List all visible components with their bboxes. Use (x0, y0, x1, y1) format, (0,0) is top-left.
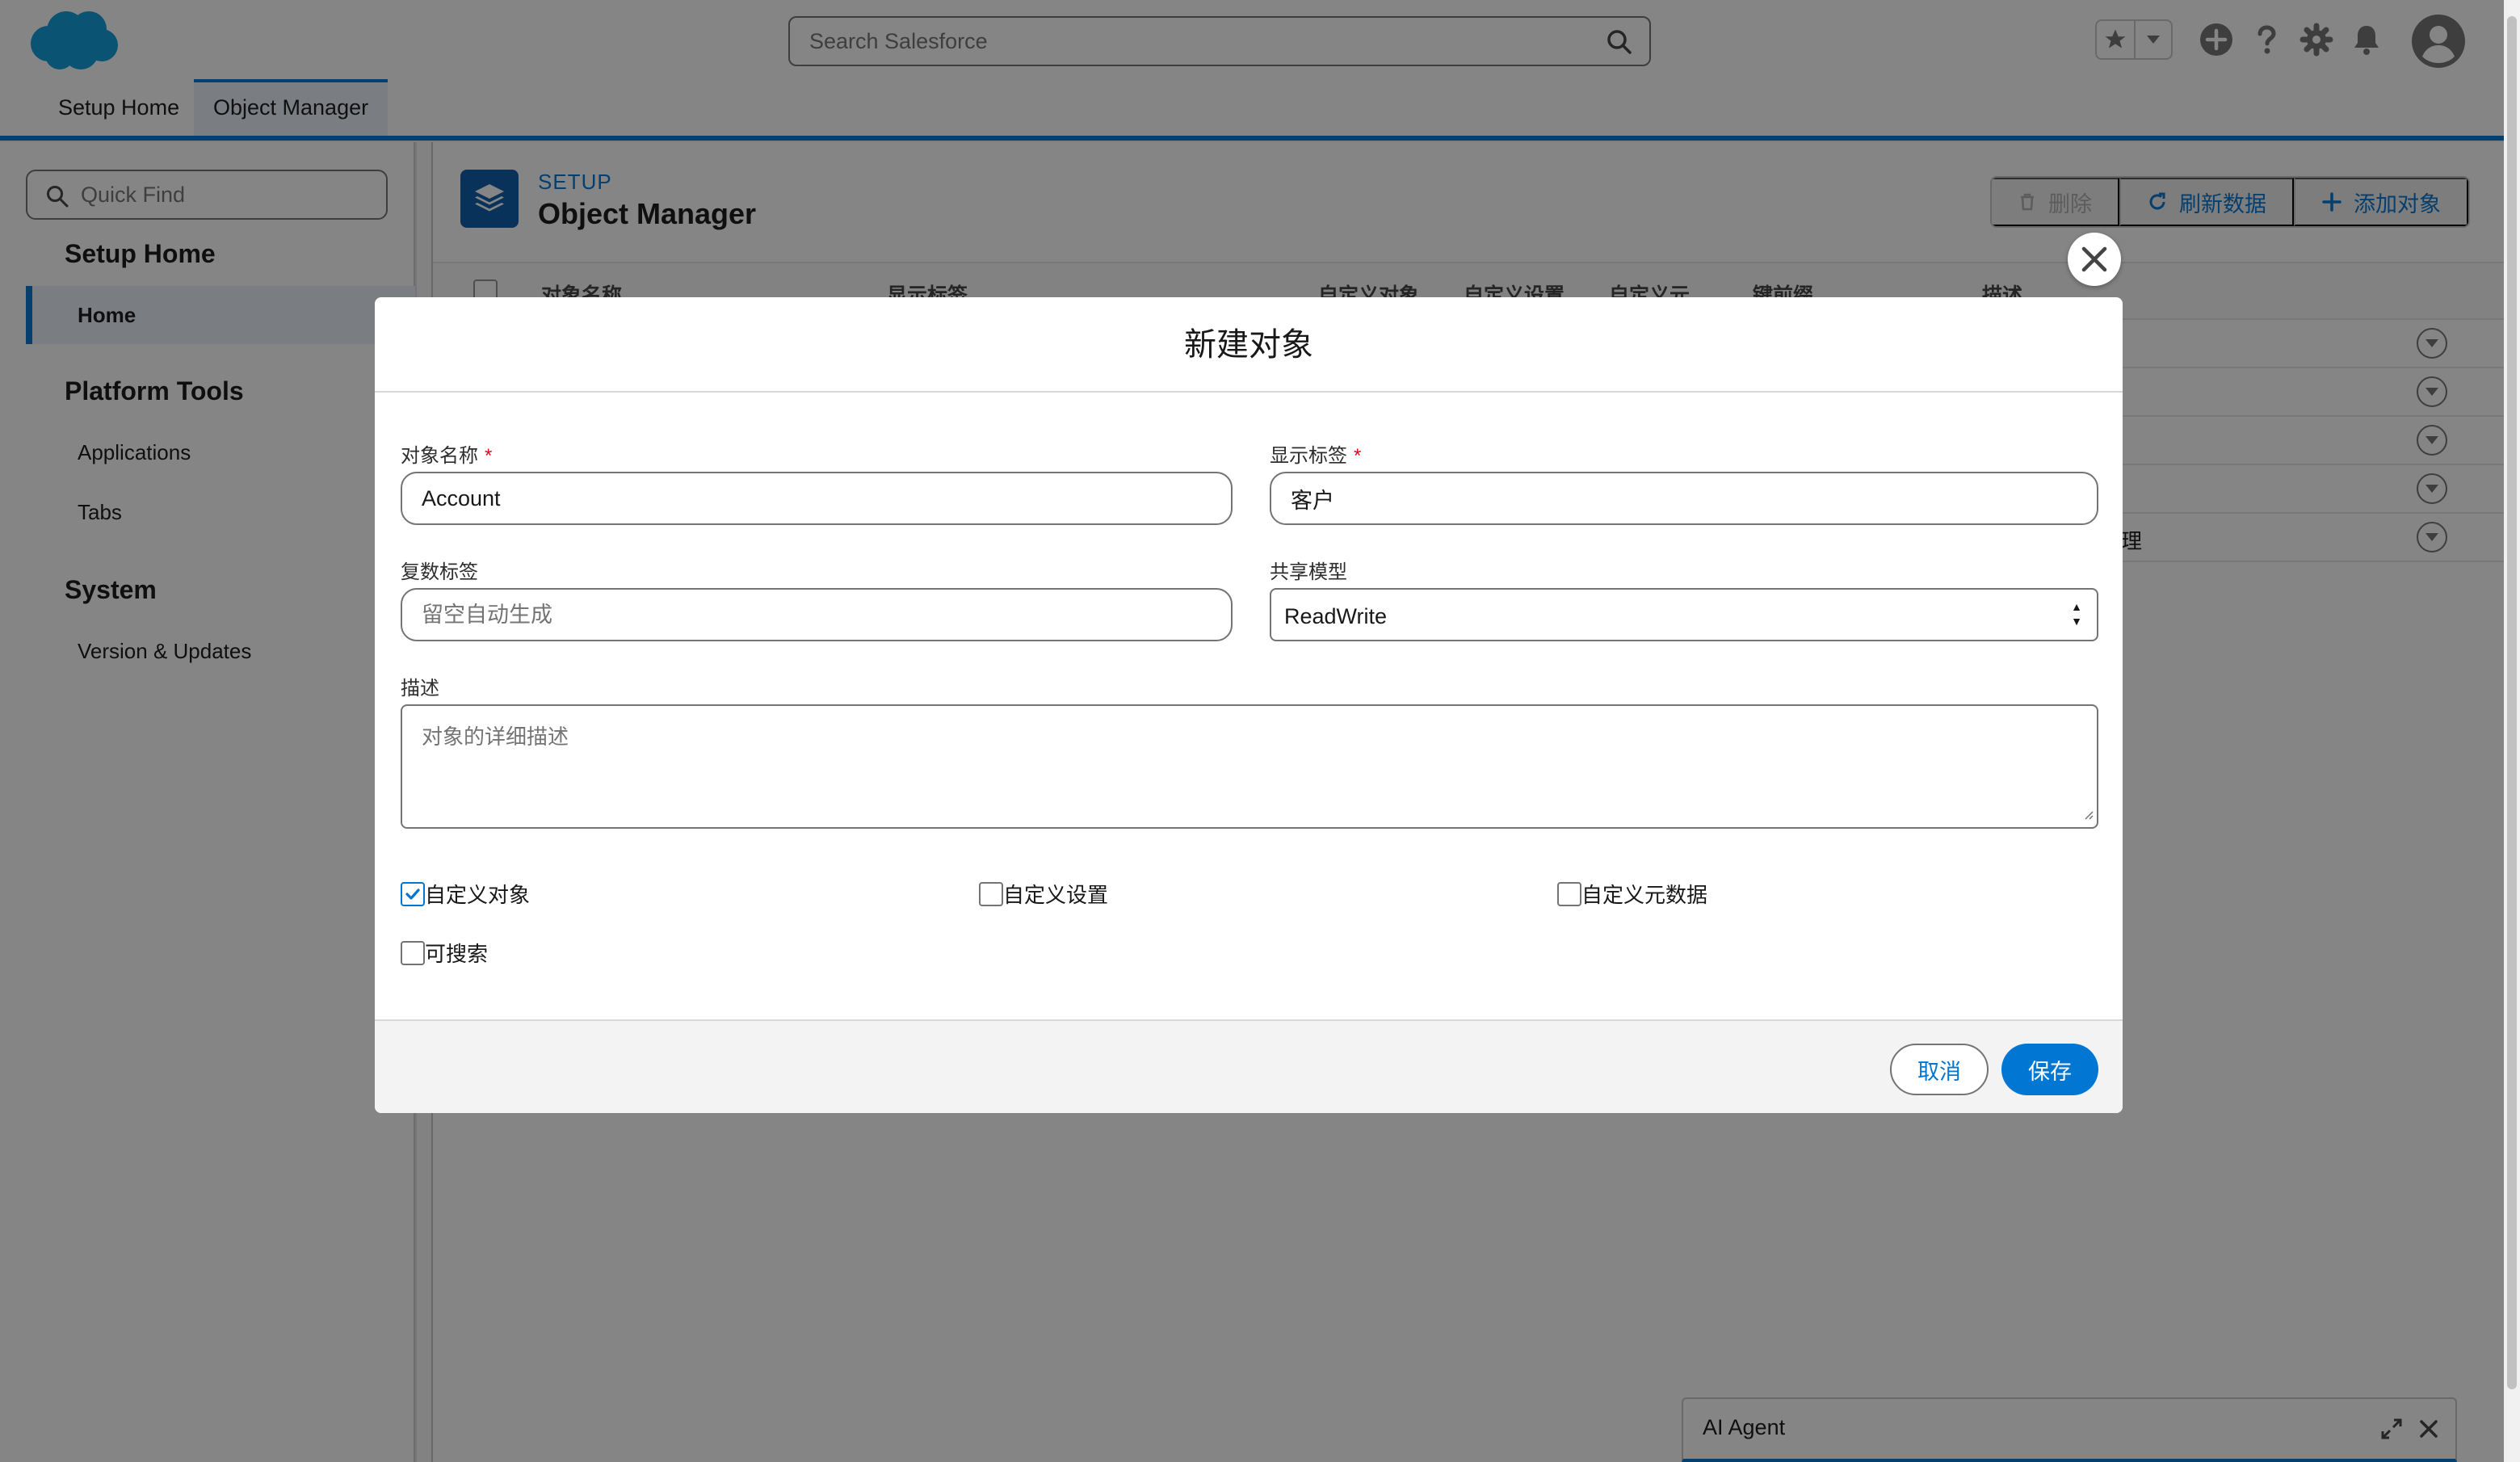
custom-object-checkbox-label: 自定义对象 (425, 883, 531, 907)
resize-grip-icon[interactable] (2081, 807, 2094, 824)
description-textarea[interactable] (402, 706, 2097, 827)
modal-title: 新建对象 (375, 297, 2123, 393)
display-label-field[interactable] (1270, 472, 2098, 525)
sharing-model-select[interactable]: ReadWrite ▲ ▼ (1270, 588, 2098, 641)
description-field[interactable] (401, 704, 2098, 829)
display-label-input[interactable] (1271, 473, 2097, 523)
close-icon (2081, 246, 2107, 272)
display-label-label-text: 显示标签 (1270, 445, 1347, 467)
custom-setting-checkbox-row[interactable]: 自定义设置 (979, 879, 1108, 909)
sharing-model-label: 共享模型 (1270, 561, 1347, 583)
searchable-checkbox-label: 可搜索 (425, 942, 489, 966)
custom-setting-checkbox-label: 自定义设置 (1003, 883, 1109, 907)
save-button[interactable]: 保存 (2001, 1044, 2098, 1095)
plural-label-field[interactable] (401, 588, 1233, 641)
custom-metadata-checkbox-label: 自定义元数据 (1581, 883, 1708, 907)
searchable-checkbox[interactable] (401, 940, 425, 965)
object-name-label: 对象名称 * (401, 439, 492, 468)
display-label-label: 显示标签 * (1270, 439, 1361, 468)
modal-close-button[interactable] (2068, 233, 2121, 286)
description-label: 描述 (401, 678, 439, 699)
page-scrollbar-thumb[interactable] (2507, 16, 2517, 1389)
checkmark-icon (405, 888, 420, 900)
modal-footer: 取消 保存 (375, 1019, 2123, 1113)
required-mark: * (1354, 445, 1362, 467)
custom-metadata-checkbox-row[interactable]: 自定义元数据 (1557, 879, 1707, 909)
page-scrollbar[interactable] (2504, 0, 2520, 1462)
sharing-model-value: ReadWrite (1284, 604, 1388, 628)
custom-metadata-checkbox[interactable] (1557, 881, 1581, 906)
select-arrows-icon: ▲ ▼ (2071, 600, 2082, 628)
object-name-field[interactable] (401, 472, 1233, 525)
searchable-checkbox-row[interactable]: 可搜索 (401, 938, 488, 968)
required-mark: * (485, 445, 493, 467)
plural-label-input[interactable] (402, 590, 1231, 640)
object-name-input[interactable] (402, 473, 1231, 523)
custom-object-checkbox-row[interactable]: 自定义对象 (401, 879, 530, 909)
cancel-button[interactable]: 取消 (1890, 1044, 1989, 1095)
plural-label-label: 复数标签 (401, 561, 478, 583)
object-name-label-text: 对象名称 (401, 445, 478, 467)
custom-object-checkbox[interactable] (401, 881, 425, 906)
custom-setting-checkbox[interactable] (979, 881, 1003, 906)
new-object-modal: 新建对象 对象名称* 显示标签* 复数标签 共享模型 ReadWrite ▲▼ … (375, 297, 2123, 1113)
